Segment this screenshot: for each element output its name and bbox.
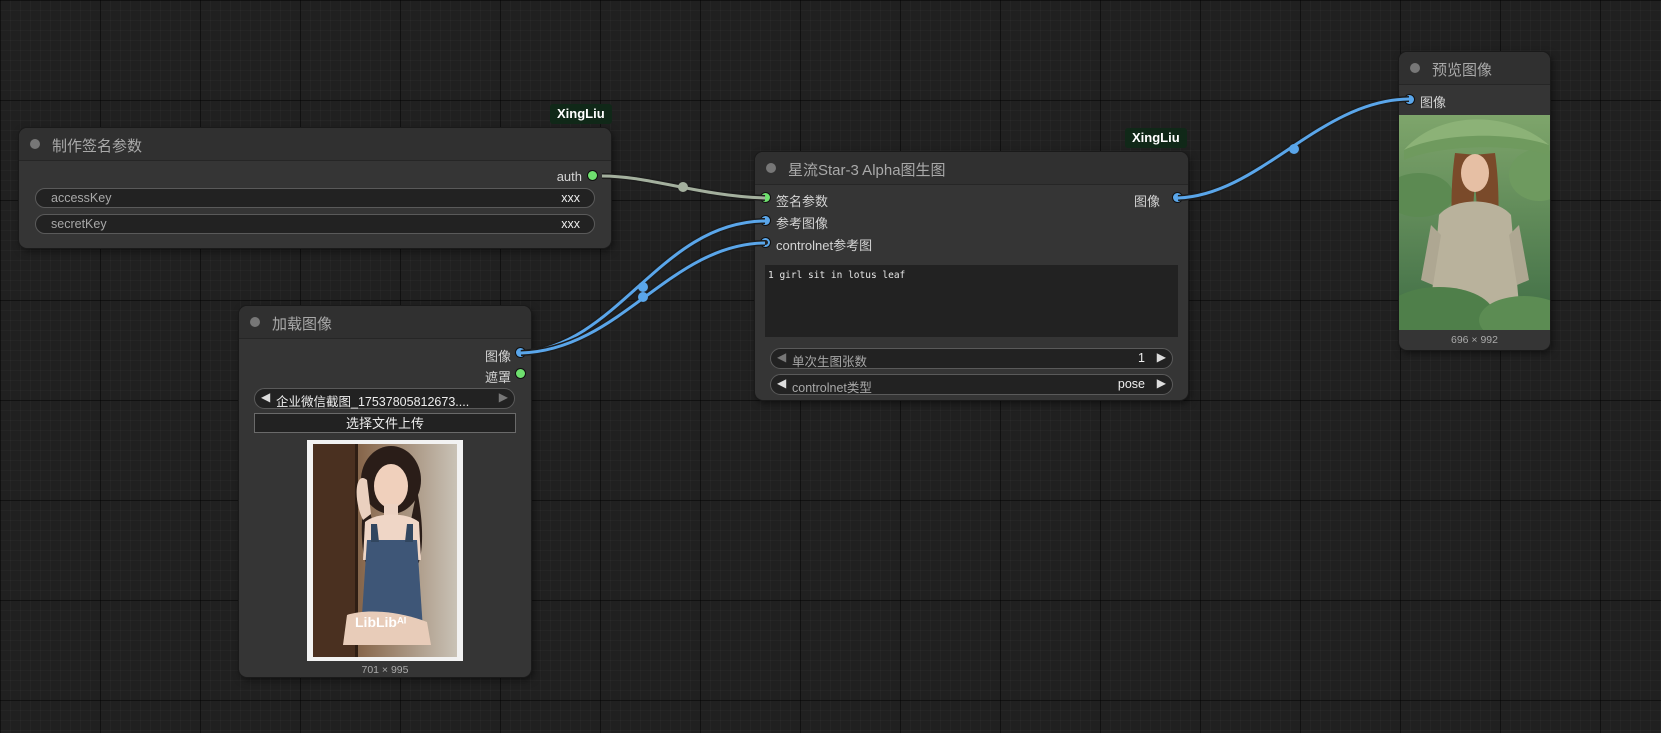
left-arrow-icon[interactable]: ◀ [777,376,786,390]
collapse-dot-icon[interactable] [30,139,40,149]
output-label-auth: auth [556,169,582,184]
node-title: 预览图像 [1432,62,1493,79]
node-star3-img2img[interactable]: 星流Star-3 Alpha图生图 签名参数 参考图像 controlnet参考… [755,152,1188,400]
node-title: 制作签名参数 [52,138,143,155]
secret-key-field[interactable]: secretKey xxx [35,214,595,234]
access-key-field[interactable]: accessKey xxx [35,188,595,208]
prompt-textarea[interactable]: 1 girl sit in lotus leaf [765,265,1178,337]
field-value: xxx [561,217,580,231]
input-label-ref-image: 参考图像 [776,216,829,231]
wire-image-to-controlnet[interactable] [520,240,766,356]
field-label: accessKey [51,191,112,205]
wire-auth[interactable] [601,173,766,201]
node-header[interactable]: 制作签名参数 [19,128,611,161]
collapse-dot-icon[interactable] [250,317,260,327]
input-slot-ref-image[interactable] [761,216,770,225]
output-label-image: 图像 [1133,194,1160,209]
preview-image [1399,115,1550,330]
image-file-select[interactable]: ◀ 企业微信截图_17537805812673.... ▶ [254,388,515,409]
image-size-caption: 696 × 992 [1450,334,1498,346]
node-preview-image[interactable]: 预览图像 图像 696 × 992 [1399,52,1550,350]
node-title: 加载图像 [272,316,333,333]
input-slot-sign[interactable] [761,193,770,202]
output-slot-auth[interactable] [588,171,597,180]
select-label: controlnet类型 [792,381,872,395]
right-arrow-icon[interactable]: ▶ [1157,350,1166,364]
image-size-caption: 701 × 995 [361,664,409,676]
collapse-dot-icon[interactable] [766,163,776,173]
left-arrow-icon[interactable]: ◀ [777,350,786,364]
select-value: pose [1117,377,1145,391]
output-slot-image[interactable] [516,348,525,357]
file-name-value: 企业微信截图_17537805812673.... [276,395,470,409]
loaded-image-preview: LibLibᴬᴵ [307,440,463,661]
right-arrow-icon[interactable]: ▶ [499,390,508,404]
node-title: 星流Star-3 Alpha图生图 [788,162,946,179]
input-label-controlnet: controlnet参考图 [776,238,873,253]
input-slot-image[interactable] [1405,95,1414,104]
field-value: xxx [561,191,580,205]
wire-ref-midpoint[interactable] [638,282,648,292]
wire-auth-midpoint[interactable] [678,182,688,192]
collapse-dot-icon[interactable] [1410,63,1420,73]
output-label-image: 图像 [484,349,511,364]
input-label-image: 图像 [1420,95,1447,110]
right-arrow-icon[interactable]: ▶ [1157,376,1166,390]
image-count-stepper[interactable]: ◀ 单次生图张数 1 ▶ [770,348,1173,369]
node-header[interactable]: 加载图像 [239,306,531,339]
field-label: secretKey [51,217,107,231]
loaded-image-photo: LibLibᴬᴵ [313,444,457,657]
output-slot-mask[interactable] [516,369,525,378]
left-arrow-icon[interactable]: ◀ [261,390,270,404]
wire-controlnet-midpoint[interactable] [638,292,648,302]
upload-file-button[interactable]: 选择文件上传 [254,413,516,433]
output-slot-image[interactable] [1173,193,1182,202]
node-header[interactable]: 星流Star-3 Alpha图生图 [755,152,1188,185]
input-label-sign: 签名参数 [776,194,829,209]
node-header[interactable]: 预览图像 [1399,52,1550,85]
wire-preview-midpoint[interactable] [1289,144,1299,154]
output-label-mask: 遮罩 [484,370,511,385]
controlnet-type-select[interactable]: ◀ controlnet类型 pose ▶ [770,374,1173,395]
input-slot-controlnet[interactable] [761,238,770,247]
node-badge-xingliu: XingLiu [550,104,612,124]
stepper-value: 1 [1138,351,1145,365]
node-load-image[interactable]: 加载图像 图像 遮罩 ◀ 企业微信截图_17537805812673.... ▶… [239,306,531,677]
node-badge-xingliu: XingLiu [1125,128,1187,148]
preview-image-photo [1399,115,1550,330]
node-sign-params[interactable]: 制作签名参数 auth accessKey xxx secretKey xxx [19,128,611,248]
wire-output-to-preview[interactable] [1177,96,1410,201]
watermark-text: LibLibᴬᴵ [355,614,406,630]
stepper-label: 单次生图张数 [792,355,868,369]
